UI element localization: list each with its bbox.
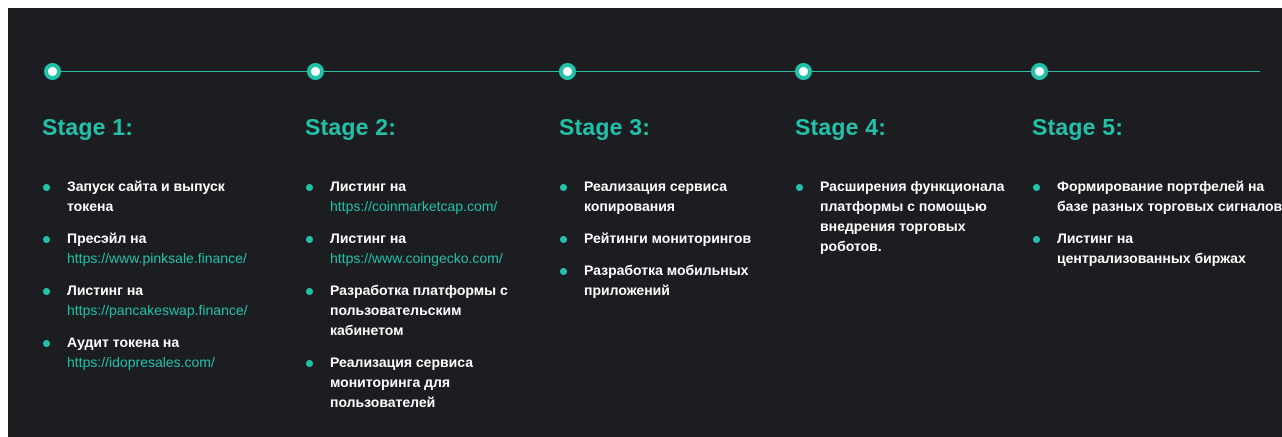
list-item: Листинг на https://coinmarketcap.com/ (305, 176, 522, 216)
bullet-icon (43, 288, 50, 295)
bullet-icon (1033, 236, 1040, 243)
item-text: Рейтинги мониторингов (584, 230, 752, 246)
stage-list: Листинг на https://coinmarketcap.com/ Ли… (305, 176, 522, 424)
list-item: Аудит токена на https://idopresales.com/ (42, 332, 257, 372)
list-item: Расширения функционала платформы с помощ… (795, 176, 1012, 256)
bullet-icon (306, 184, 313, 191)
stage-list: Формирование портфелей на базе разных то… (1032, 176, 1282, 280)
item-text: Листинг на (67, 282, 144, 298)
item-text: Разработка мобильных приложений (584, 262, 749, 298)
stage-4-marker (795, 63, 812, 80)
stage-title: Stage 4: (795, 114, 887, 140)
list-item: Запуск сайта и выпуск токена (42, 176, 257, 216)
bullet-icon (43, 184, 50, 191)
bullet-icon (560, 236, 567, 243)
stage-5-marker (1031, 63, 1048, 80)
roadmap-panel: Stage 1: Запуск сайта и выпуск токена Пр… (8, 8, 1282, 437)
item-text: Формирование портфелей на базе разных то… (1057, 178, 1282, 214)
item-text: Листинг на централизованных биржах (1057, 230, 1246, 266)
list-item: Разработка мобильных приложений (559, 260, 759, 300)
idopresales-link[interactable]: https://idopresales.com/ (67, 352, 257, 372)
bullet-icon (796, 184, 803, 191)
timeline-line (44, 71, 1260, 72)
stage-3: Stage 3: Реализация сервиса копирования … (559, 112, 784, 298)
bullet-icon (43, 236, 50, 243)
bullet-icon (560, 184, 567, 191)
stage-2-marker (307, 63, 324, 80)
list-item: Формирование портфелей на базе разных то… (1032, 176, 1282, 216)
stage-title: Stage 3: (559, 114, 651, 140)
bullet-icon (43, 340, 50, 347)
stage-2: Stage 2: Листинг на https://coinmarketca… (305, 112, 545, 410)
list-item: Реализация сервиса мониторинга для польз… (305, 352, 502, 412)
stage-4: Stage 4: Расширения функционала платформ… (795, 112, 1020, 254)
pancakeswap-link[interactable]: https://pancakeswap.finance/ (67, 300, 257, 320)
item-text: Реализация сервиса мониторинга для польз… (330, 354, 473, 410)
list-item: Разработка платформы с пользовательским … (305, 280, 522, 340)
bullet-icon (560, 268, 567, 275)
stage-title: Stage 2: (305, 114, 397, 140)
stage-1-marker (44, 63, 61, 80)
bullet-icon (306, 360, 313, 367)
list-item: Листинг на https://pancakeswap.finance/ (42, 280, 257, 320)
item-text: Расширения функционала платформы с помощ… (820, 178, 1005, 254)
stage-3-marker (559, 63, 576, 80)
stage-list: Запуск сайта и выпуск токена Пресэйл на … (42, 176, 257, 384)
stage-title: Stage 5: (1032, 114, 1124, 140)
item-text: Листинг на (330, 178, 407, 194)
list-item: Рейтинги мониторингов (559, 228, 789, 248)
list-item: Пресэйл на https://www.pinksale.finance/ (42, 228, 257, 268)
coingecko-link[interactable]: https://www.coingecko.com/ (330, 248, 522, 268)
bullet-icon (306, 236, 313, 243)
item-text: Запуск сайта и выпуск токена (67, 178, 225, 214)
item-text: Пресэйл на (67, 230, 147, 246)
coinmarketcap-link[interactable]: https://coinmarketcap.com/ (330, 196, 522, 216)
stage-list: Реализация сервиса копирования Рейтинги … (559, 176, 789, 312)
item-text: Аудит токена на (67, 334, 180, 350)
stage-title: Stage 1: (42, 114, 134, 140)
item-text: Разработка платформы с пользовательским … (330, 282, 508, 338)
bullet-icon (1033, 184, 1040, 191)
item-text: Листинг на (330, 230, 407, 246)
stage-5: Stage 5: Формирование портфелей на базе … (1032, 112, 1282, 266)
bullet-icon (306, 288, 313, 295)
list-item: Листинг на централизованных биржах (1032, 228, 1257, 268)
list-item: Листинг на https://www.coingecko.com/ (305, 228, 522, 268)
pinksale-link[interactable]: https://www.pinksale.finance/ (67, 248, 257, 268)
stage-list: Расширения функционала платформы с помощ… (795, 176, 1012, 268)
item-text: Реализация сервиса копирования (584, 178, 727, 214)
stage-1: Stage 1: Запуск сайта и выпуск токена Пр… (42, 112, 292, 370)
list-item: Реализация сервиса копирования (559, 176, 756, 216)
